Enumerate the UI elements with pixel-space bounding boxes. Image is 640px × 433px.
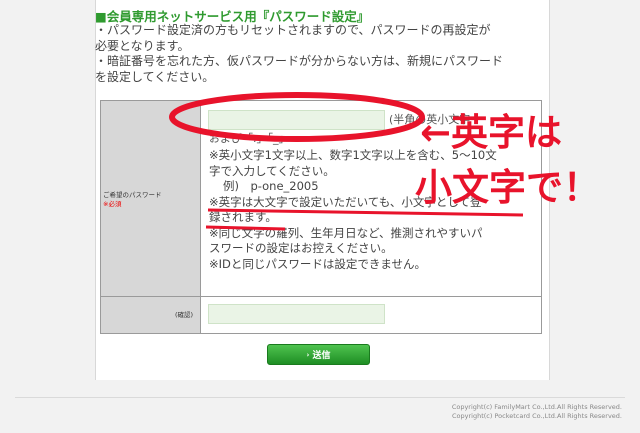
intro-line: ・パスワード設定済の方もリセットされますので、パスワードの再設定が	[95, 23, 491, 37]
note-line: ※同じ文字の羅列、生年月日など、推測されやすいパ	[209, 225, 483, 240]
copyright-line: Copyright(c) FamilyMart Co.,Ltd.All Righ…	[451, 403, 622, 411]
intro-line: ・暗証番号を忘れた方、仮パスワードが分からない方は、新規にパスワード	[95, 54, 504, 68]
password-hint-line2: および「.」「_」	[209, 132, 290, 145]
left-arrow-icon: ←	[420, 111, 452, 154]
note-line: スワードの設定はお控えください。	[209, 241, 393, 255]
annotation-line2: 小文字で！	[415, 166, 600, 209]
submit-label: 送信	[312, 351, 331, 361]
left-margin	[0, 0, 95, 433]
required-mark: ※必須	[103, 200, 122, 208]
intro-text: ・パスワード設定済の方もリセットされますので、パスワードの再設定が 必要となりま…	[95, 23, 545, 85]
copyright-line: Copyright(c) Pocketcard Co.,Ltd.All Righ…	[451, 411, 622, 420]
password-input[interactable]	[208, 110, 385, 130]
copyright: Copyright(c) FamilyMart Co.,Ltd.All Righ…	[452, 403, 622, 420]
row-divider	[101, 296, 541, 297]
note-line: ※IDと同じパスワードは設定できません。	[209, 256, 427, 271]
footer-divider	[15, 397, 625, 398]
chevron-right-icon: ›	[306, 350, 310, 359]
confirm-password-input[interactable]	[208, 304, 385, 324]
confirm-label: (確認)	[175, 311, 194, 319]
submit-button[interactable]: › 送信	[267, 344, 370, 365]
label-column: ご希望のパスワード ※必須 (確認)	[101, 101, 201, 333]
note-line: 録されます。	[209, 210, 277, 224]
intro-line: を設定してください。	[95, 69, 215, 84]
intro-line: 必要となります。	[95, 38, 190, 53]
annotation-line1: ←英字は	[420, 111, 563, 154]
